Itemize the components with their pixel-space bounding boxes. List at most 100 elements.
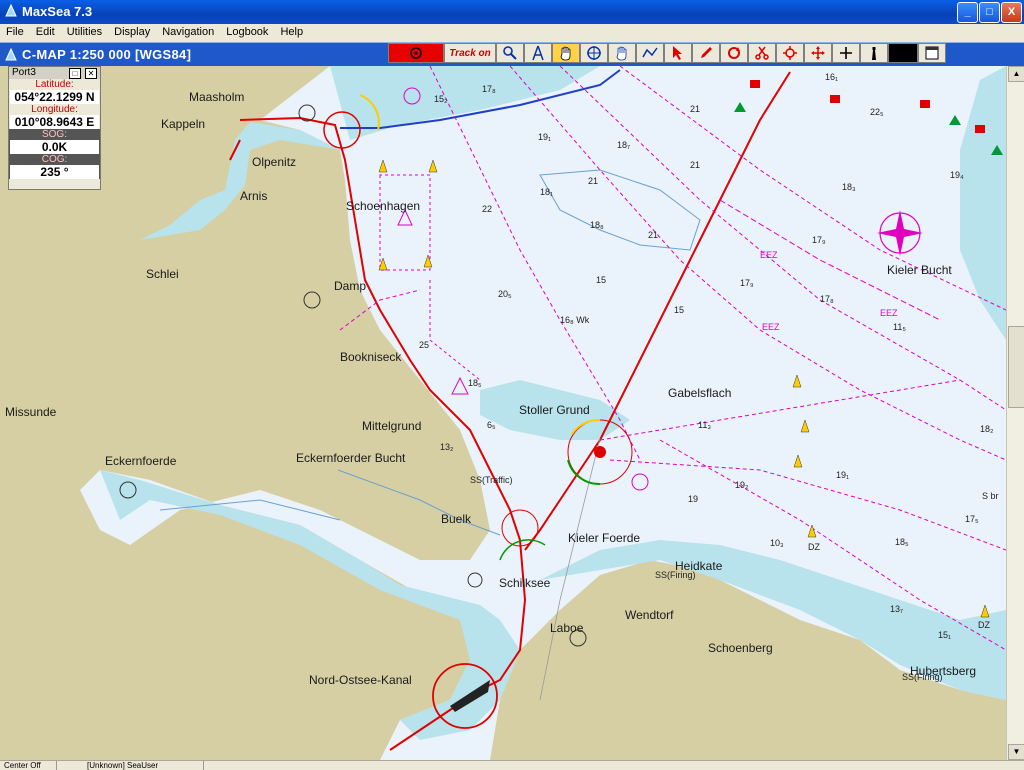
place-label: Wendtorf: [625, 608, 674, 622]
svg-text:18₅: 18₅: [468, 378, 482, 388]
label-sbr: S br: [982, 491, 999, 501]
lighthouse-button[interactable]: [860, 43, 888, 63]
svg-text:22₅: 22₅: [870, 107, 884, 117]
scissors-button[interactable]: [748, 43, 776, 63]
plus-icon: [840, 47, 852, 59]
scroll-down-icon[interactable]: ▼: [1008, 744, 1024, 760]
place-label: Schlei: [146, 267, 179, 281]
sog-label: SOG:: [41, 129, 67, 140]
chart-window-icon: [5, 48, 17, 61]
window-layout-button[interactable]: [918, 43, 946, 63]
hand-pan-icon: [560, 46, 571, 61]
target-button[interactable]: [776, 43, 804, 63]
place-label: Heidkate: [675, 559, 723, 573]
svg-text:21: 21: [690, 160, 700, 170]
place-label: Kieler Bucht: [887, 263, 952, 277]
rotate-button[interactable]: [720, 43, 748, 63]
move-icon: [811, 46, 825, 60]
maximize-button[interactable]: □: [979, 2, 1000, 23]
close-button[interactable]: X: [1001, 2, 1022, 23]
svg-text:17₅: 17₅: [965, 514, 979, 524]
plus-button[interactable]: [832, 43, 860, 63]
crosshair-icon: [587, 46, 601, 60]
minimize-button[interactable]: _: [957, 2, 978, 23]
color-swatch-button[interactable]: [888, 43, 918, 63]
svg-text:21: 21: [690, 104, 700, 114]
route-button[interactable]: [636, 43, 664, 63]
longitude-label: Longitude:: [31, 104, 78, 115]
cursor-button[interactable]: [664, 43, 692, 63]
compass-button[interactable]: [524, 43, 552, 63]
position-panel[interactable]: Port3 □ ✕ Latitude: 054°22.1299 N Longit…: [8, 66, 101, 190]
svg-text:21: 21: [588, 176, 598, 186]
status-center[interactable]: Center Off: [4, 761, 41, 770]
svg-text:19₁: 19₁: [538, 132, 551, 142]
pencil-icon: [701, 47, 712, 58]
svg-text:11₃: 11₃: [698, 420, 711, 430]
svg-text:15₂: 15₂: [434, 94, 448, 104]
menu-navigation[interactable]: Navigation: [156, 24, 220, 38]
svg-text:18₅: 18₅: [895, 537, 909, 547]
svg-text:17₈: 17₈: [482, 84, 496, 94]
route-icon: [642, 47, 658, 58]
sog-value: 0.0K: [10, 140, 99, 154]
menu-utilities[interactable]: Utilities: [61, 24, 108, 38]
eez-label-3: EEZ: [762, 322, 780, 332]
svg-text:15: 15: [674, 305, 684, 315]
crosshair-button[interactable]: [580, 43, 608, 63]
pan-button[interactable]: [552, 43, 580, 63]
svg-text:13₇: 13₇: [890, 604, 903, 614]
track-on-button[interactable]: Track on: [444, 43, 496, 63]
panel-titlebar[interactable]: Port3 □ ✕: [9, 67, 100, 79]
chart-toolbar: Track on: [388, 42, 946, 66]
move-button[interactable]: [804, 43, 832, 63]
place-label: Missunde: [5, 405, 57, 419]
svg-text:22: 22: [482, 204, 492, 214]
menu-help[interactable]: Help: [274, 24, 309, 38]
chart-canvas[interactable]: 15₂ 17₈ 19₁ 18₇ 21 16₁ 22₅ 18₃ 19₄ 21 21 18₁ 22 18₈ 2…: [0, 66, 1006, 760]
place-label: Mittelgrund: [362, 419, 422, 433]
svg-text:19₁: 19₁: [836, 470, 849, 480]
place-label: Bookniseck: [340, 350, 402, 364]
panel-maximize-icon[interactable]: □: [69, 68, 81, 79]
vertical-scrollbar[interactable]: ▲ ▼: [1006, 66, 1024, 760]
menu-display[interactable]: Display: [108, 24, 156, 38]
svg-text:18₂: 18₂: [980, 424, 994, 434]
record-button[interactable]: [388, 43, 444, 63]
place-label: Gabelsflach: [668, 386, 732, 400]
svg-text:18₁: 18₁: [540, 187, 553, 197]
svg-text:17₈: 17₈: [820, 294, 834, 304]
svg-text:19: 19: [688, 494, 698, 504]
place-label: Arnis: [240, 189, 268, 203]
pencil-button[interactable]: [692, 43, 720, 63]
svg-text:19₄: 19₄: [950, 170, 964, 180]
place-label: Buelk: [441, 512, 472, 526]
menu-logbook[interactable]: Logbook: [220, 24, 274, 38]
panel-close-icon[interactable]: ✕: [85, 68, 97, 79]
traffic-label: SS(Traffic): [470, 475, 513, 485]
place-label: Olpenitz: [252, 155, 297, 169]
status-user: [Unknown] SeaUser: [56, 761, 204, 770]
hand-button[interactable]: [608, 43, 636, 63]
svg-text:16₈ Wk: 16₈ Wk: [560, 315, 590, 325]
svg-text:17₉: 17₉: [740, 278, 754, 288]
svg-text:15₁: 15₁: [938, 630, 951, 640]
place-label: Damp: [334, 279, 367, 293]
svg-text:17₉: 17₉: [812, 235, 826, 245]
nautical-chart-map[interactable]: 15₂ 17₈ 19₁ 18₇ 21 16₁ 22₅ 18₃ 19₄ 21 21 18₁ 22 18₈ 2…: [0, 66, 1006, 760]
chart-title: C-MAP 1:250 000 [WGS84]: [22, 47, 192, 62]
scroll-up-icon[interactable]: ▲: [1008, 66, 1024, 82]
menu-edit[interactable]: Edit: [30, 24, 61, 38]
place-label: Schoenhagen: [346, 199, 421, 213]
zoom-button[interactable]: [496, 43, 524, 63]
target-icon: [783, 46, 797, 60]
cog-label: COG:: [41, 154, 68, 165]
menu-file[interactable]: File: [0, 24, 30, 38]
cursor-icon: [673, 46, 682, 60]
window-title: MaxSea 7.3: [22, 4, 93, 19]
scroll-thumb[interactable]: [1008, 326, 1024, 408]
rotate-icon: [728, 47, 740, 59]
longitude-value: 010°08.9643 E: [10, 115, 99, 129]
svg-text:16₁: 16₁: [825, 72, 838, 82]
panel-title: Port3: [12, 67, 36, 78]
